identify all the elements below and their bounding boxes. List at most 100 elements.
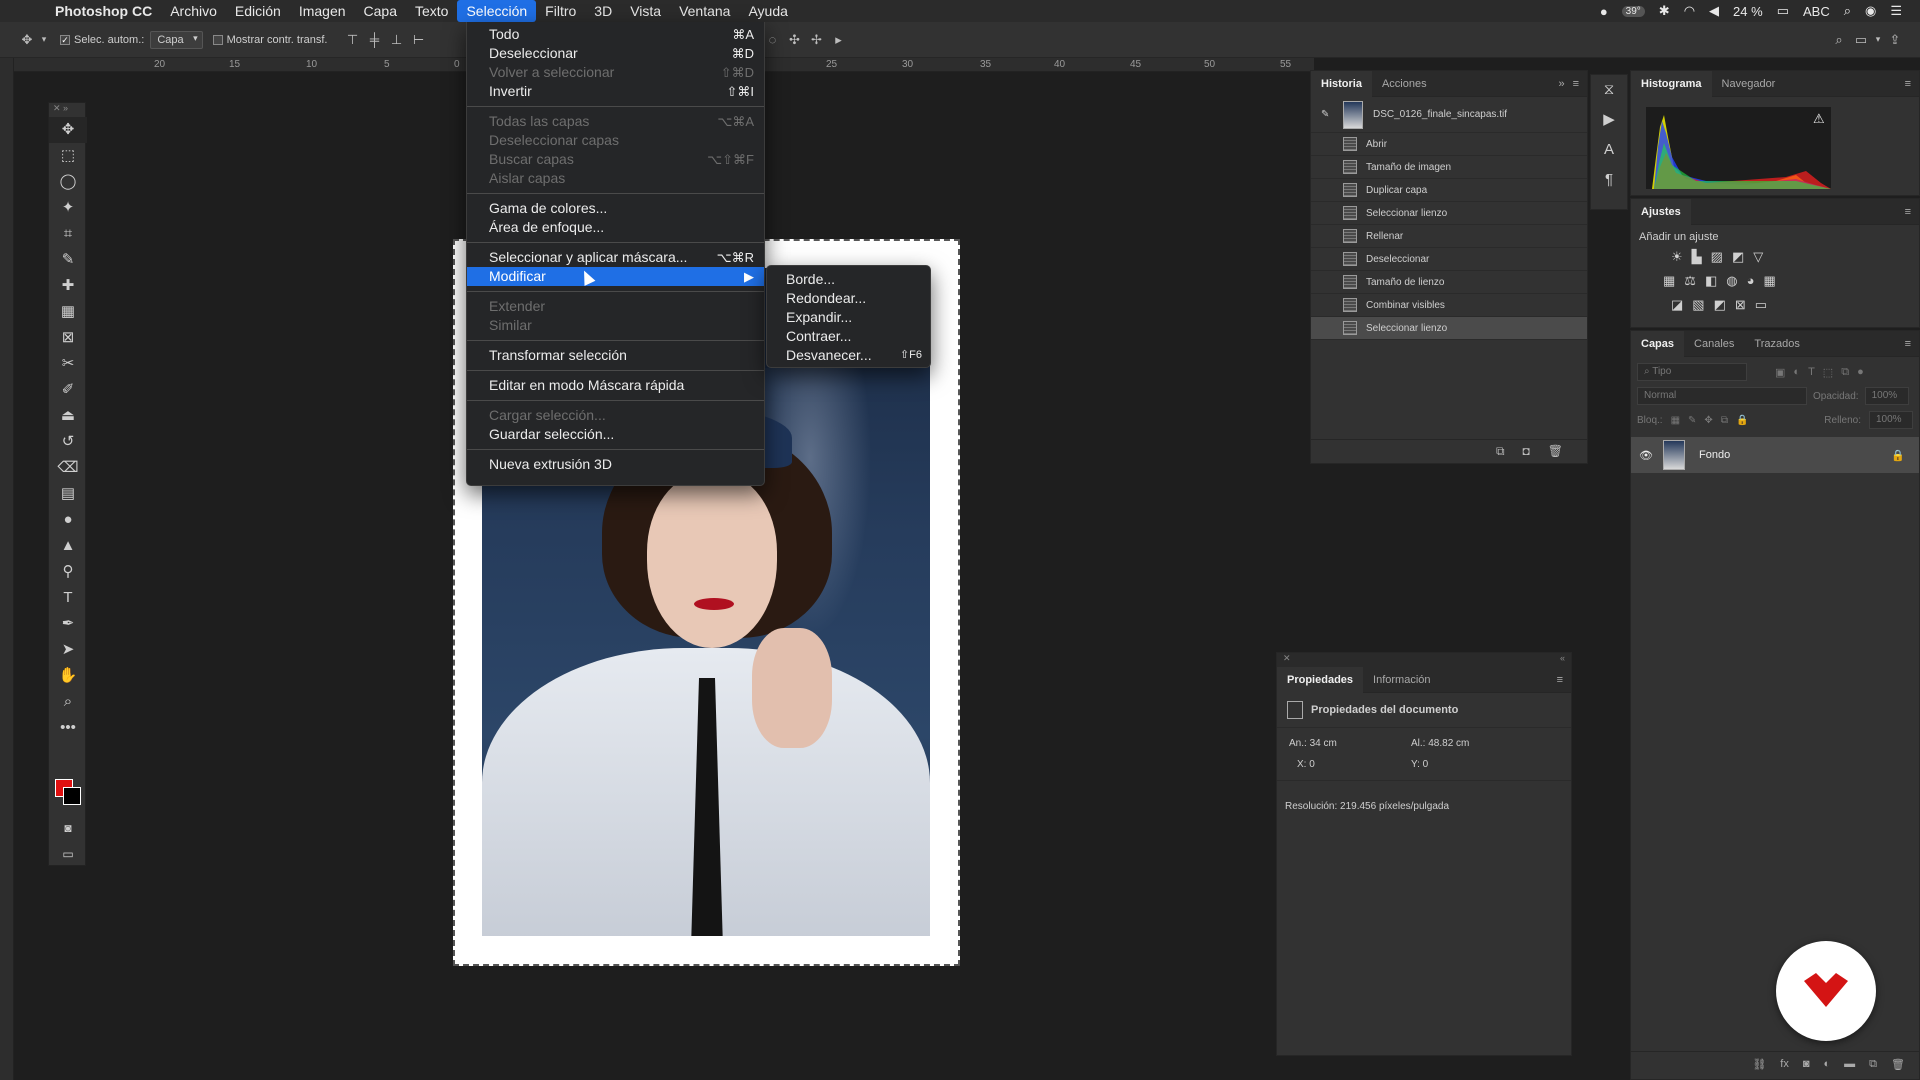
battery-percent[interactable]: 24 % xyxy=(1733,4,1763,19)
history-panel-icon[interactable]: ⧖ xyxy=(1591,75,1627,105)
path-selection-tool[interactable]: ➤ xyxy=(49,637,87,663)
tab-ajustes[interactable]: Ajustes xyxy=(1631,198,1691,225)
hand-tool[interactable]: ✋ xyxy=(49,663,87,689)
tab-propiedades[interactable]: Propiedades xyxy=(1277,666,1364,693)
filter-toggle-icon[interactable]: ● xyxy=(1857,366,1864,378)
menu-item[interactable]: Invertir ⇧⌘I xyxy=(467,82,764,101)
panel-menu-icon[interactable]: ≡ xyxy=(1557,674,1571,686)
history-state[interactable]: Tamaño de lienzo xyxy=(1311,271,1587,294)
menu-edicion[interactable]: Edición xyxy=(226,0,290,22)
tab-historia[interactable]: Historia xyxy=(1311,70,1372,97)
filter-image-icon[interactable]: ▣ xyxy=(1775,366,1785,379)
history-source-checkbox[interactable] xyxy=(1323,277,1333,287)
filter-smart-icon[interactable]: ⧉ xyxy=(1841,366,1849,379)
move-tool[interactable]: ✥ xyxy=(49,117,87,143)
wifi-icon[interactable]: ◠ xyxy=(1684,3,1695,19)
menu-item[interactable]: Gama de colores... xyxy=(467,199,764,218)
history-source-checkbox[interactable] xyxy=(1323,208,1333,218)
bluetooth-icon[interactable]: ✱ xyxy=(1659,3,1670,19)
panel-menu-icon[interactable]: ≡ xyxy=(1905,338,1919,350)
lock-transparency-icon[interactable]: ▦ xyxy=(1671,415,1680,426)
siri-icon[interactable]: ◉ xyxy=(1865,3,1876,19)
opacity-input[interactable]: 100% xyxy=(1864,387,1909,405)
new-group-icon[interactable]: ▬ xyxy=(1844,1058,1855,1079)
type-tool[interactable]: T xyxy=(49,585,87,611)
camera-icon[interactable]: ◘ xyxy=(1523,444,1530,463)
y-value[interactable]: Y: 0 xyxy=(1411,759,1428,770)
vibrance-icon[interactable]: ▽ xyxy=(1753,249,1763,265)
menu-item[interactable]: Área de enfoque... xyxy=(467,218,764,237)
history-state[interactable]: Seleccionar lienzo xyxy=(1311,202,1587,225)
add-mask-icon[interactable]: ◙ xyxy=(1803,1058,1810,1079)
menu-item[interactable]: Seleccionar y aplicar máscara... ⌥⌘R xyxy=(467,248,764,267)
panel-menu-icon[interactable]: ≡ xyxy=(1573,78,1587,90)
visibility-eye-icon[interactable]: 👁 xyxy=(1639,449,1653,462)
collapse-icon[interactable]: » xyxy=(1558,78,1572,90)
share-icon[interactable]: ⇪ xyxy=(1884,32,1906,48)
filter-adjustment-icon[interactable]: ◐ xyxy=(1793,366,1800,378)
battery-icon[interactable]: ▭ xyxy=(1777,3,1789,19)
3d-camera-icon[interactable]: ▸ xyxy=(828,32,850,48)
photo-filter-icon[interactable]: ◍ xyxy=(1726,273,1737,289)
x-value[interactable]: X: 0 xyxy=(1297,759,1411,770)
menu-capa[interactable]: Capa xyxy=(355,0,406,22)
layer-name[interactable]: Fondo xyxy=(1699,449,1730,461)
panel-menu-icon[interactable]: ≡ xyxy=(1905,78,1919,90)
selective-color-icon[interactable]: ⊠ xyxy=(1735,297,1746,313)
align-bottom-icon[interactable]: ⊥ xyxy=(386,32,408,48)
transform-controls-checkbox[interactable]: Mostrar contr. transf. xyxy=(212,34,328,46)
warning-icon[interactable]: ⚠ xyxy=(1813,111,1825,127)
menu-ayuda[interactable]: Ayuda xyxy=(739,0,796,22)
spotlight-icon[interactable]: ⌕ xyxy=(1844,3,1851,19)
curves-icon[interactable]: ▨ xyxy=(1711,249,1723,265)
marquee-tool[interactable]: ⬚ xyxy=(49,143,87,169)
layer-row[interactable]: 👁 Fondo 🔒 xyxy=(1631,437,1919,473)
submenu-item[interactable]: Redondear... xyxy=(767,289,930,308)
color-lookup-icon[interactable]: ▦ xyxy=(1763,273,1775,289)
auto-select-target-select[interactable]: Capa xyxy=(150,30,203,49)
history-state[interactable]: Combinar visibles xyxy=(1311,294,1587,317)
invert-icon[interactable]: ◪ xyxy=(1671,297,1683,313)
link-layers-icon[interactable]: ⛓ xyxy=(1752,1058,1766,1079)
history-state[interactable]: Deseleccionar xyxy=(1311,248,1587,271)
volume-icon[interactable]: ◀ xyxy=(1709,3,1719,19)
submenu-item[interactable]: Borde... xyxy=(767,270,930,289)
auto-select-checkbox[interactable]: ✓ Selec. autom.: xyxy=(60,34,144,46)
submenu-item[interactable]: Expandir... xyxy=(767,308,930,327)
menu-item[interactable]: Nueva extrusión 3D xyxy=(467,455,764,474)
quick-mask-icon[interactable]: ◙ xyxy=(49,815,87,841)
history-state-active[interactable]: Seleccionar lienzo xyxy=(1311,317,1587,340)
collapse-icon[interactable]: « xyxy=(1560,653,1565,667)
eraser-tool[interactable]: ⌫ xyxy=(49,455,87,481)
hue-saturation-icon[interactable]: ▦ xyxy=(1663,273,1675,289)
menu-texto[interactable]: Texto xyxy=(406,0,457,22)
history-source-checkbox[interactable] xyxy=(1323,139,1333,149)
search-icon[interactable]: ⌕ xyxy=(1828,32,1850,48)
menu-item[interactable]: Transformar selección xyxy=(467,346,764,365)
move-tool-icon[interactable]: ✥ xyxy=(16,32,38,48)
submenu-item[interactable]: Contraer... xyxy=(767,327,930,346)
history-brush-source-icon[interactable]: ✎ xyxy=(1321,109,1339,120)
record-icon[interactable]: ● xyxy=(1600,4,1608,19)
black-white-icon[interactable]: ◧ xyxy=(1705,273,1717,289)
filter-shape-icon[interactable]: ⬚ xyxy=(1823,366,1833,379)
menu-seleccion[interactable]: Selección xyxy=(457,0,537,22)
magic-wand-tool[interactable]: ✦ xyxy=(49,195,87,221)
exposure-icon[interactable]: ◩ xyxy=(1732,249,1744,265)
history-source-checkbox[interactable] xyxy=(1323,323,1333,333)
color-balance-icon[interactable]: ⚖ xyxy=(1684,273,1696,289)
levels-icon[interactable]: ▙ xyxy=(1692,249,1702,265)
background-color-swatch[interactable] xyxy=(63,787,81,805)
menu-filtro[interactable]: Filtro xyxy=(536,0,585,22)
healing-brush-tool[interactable]: ✚ xyxy=(49,273,87,299)
tab-canales[interactable]: Canales xyxy=(1684,331,1744,357)
notification-center-icon[interactable]: ☰ xyxy=(1890,3,1902,19)
crop-tool[interactable]: ⌗ xyxy=(49,221,87,247)
layer-filter-input[interactable]: ⌕ Tipo xyxy=(1637,363,1747,381)
screen-mode-icon[interactable]: ▭ xyxy=(49,841,87,867)
trash-icon[interactable]: 🗑 xyxy=(1548,444,1563,463)
tab-histograma[interactable]: Histograma xyxy=(1631,70,1712,97)
tab-trazados[interactable]: Trazados xyxy=(1744,331,1809,357)
new-layer-icon[interactable]: ⧉ xyxy=(1869,1058,1877,1079)
filter-type-icon[interactable]: T xyxy=(1808,366,1815,378)
